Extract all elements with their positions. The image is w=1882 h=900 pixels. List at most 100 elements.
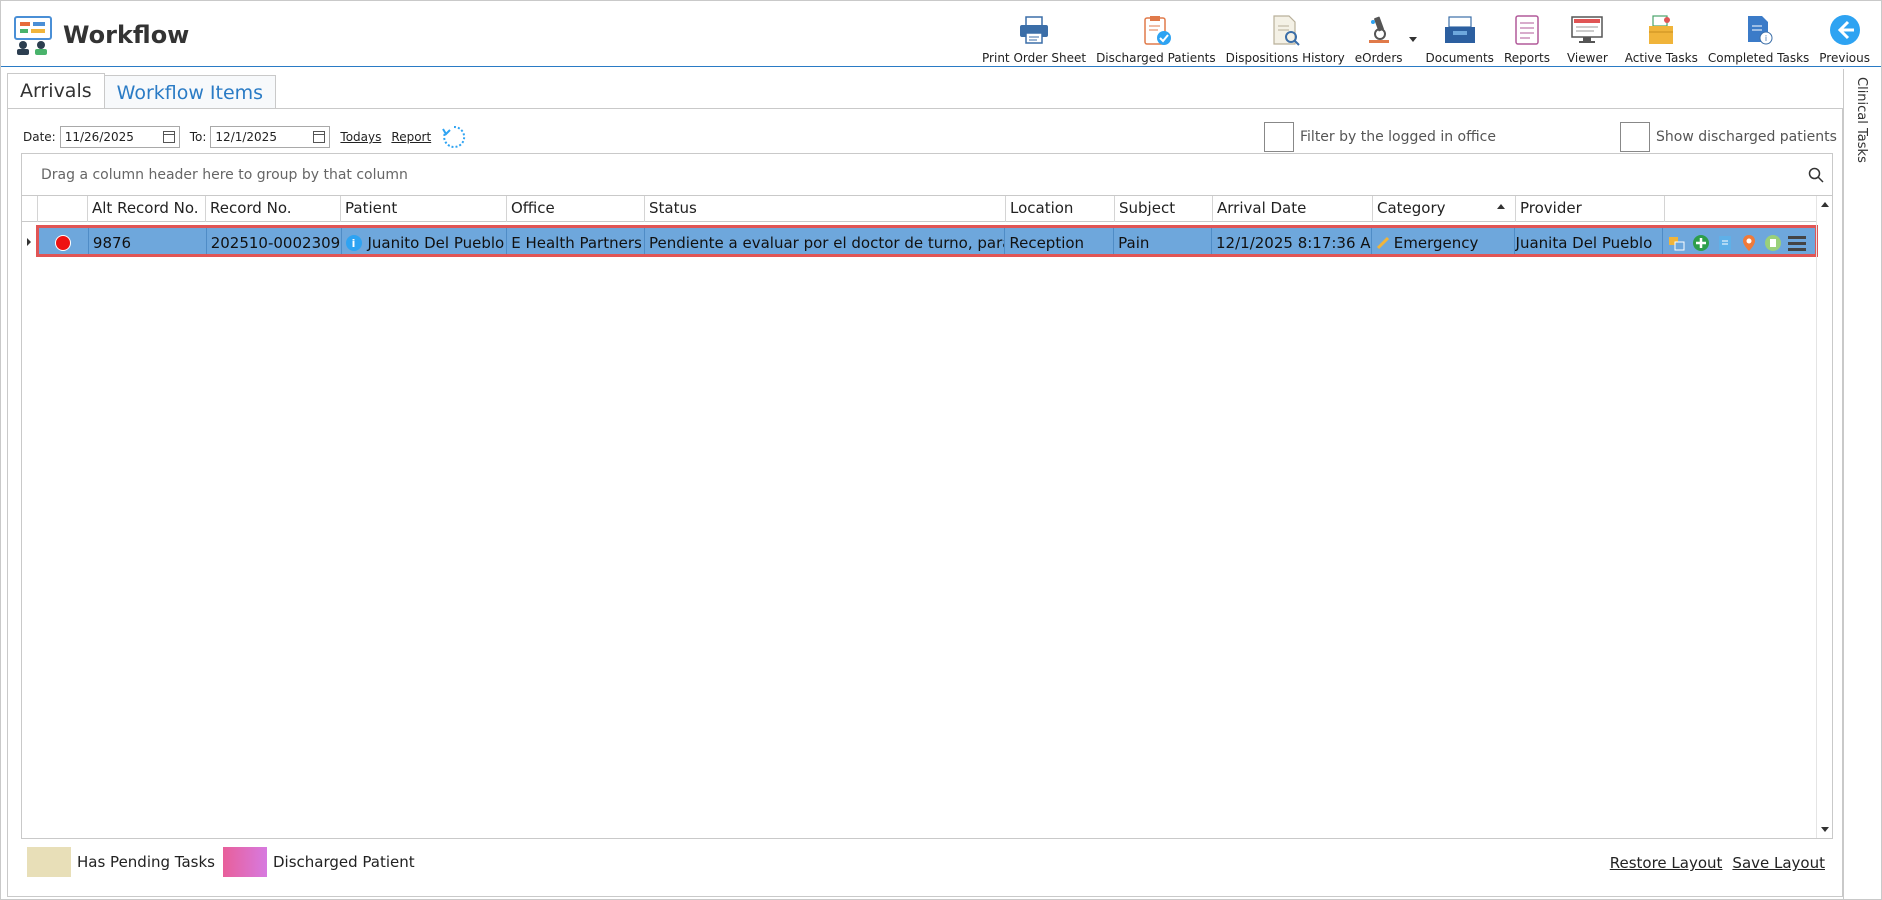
toolbar: Print Order Sheet Discharged Patients Di… [977, 5, 1875, 65]
clipboard-check-icon [1138, 13, 1174, 47]
column-header-location[interactable]: Location [1006, 196, 1115, 222]
print-order-sheet-label: Print Order Sheet [982, 51, 1087, 65]
completed-tasks-button[interactable]: i Completed Tasks [1703, 7, 1814, 65]
red-status-dot-icon [55, 235, 72, 251]
filter-office-label: Filter by the logged in office [1300, 129, 1496, 145]
group-panel[interactable]: Drag a column header here to group by th… [22, 154, 1832, 196]
filter-office-checkbox[interactable] [1264, 122, 1294, 152]
column-header-alt-record[interactable]: Alt Record No. [88, 196, 206, 222]
layout-links: Restore Layout Save Layout [1600, 854, 1825, 872]
viewer-button[interactable]: Viewer [1555, 7, 1620, 65]
workflow-grid: Drag a column header here to group by th… [21, 153, 1833, 839]
date-filter-row: Date: 11/26/2025 To: 12/1/2025 Todays Re… [23, 125, 467, 149]
active-tasks-button[interactable]: Active Tasks [1620, 7, 1703, 65]
row-expand-icon[interactable] [27, 238, 31, 246]
show-discharged-option[interactable]: Show discharged patients [1620, 122, 1837, 152]
cell-patient: i Juanito Del Pueblo [342, 228, 508, 254]
column-header-subject[interactable]: Subject [1115, 196, 1213, 222]
cell-category-value: Emergency [1393, 234, 1479, 252]
cell-record: 202510-0002309 [207, 228, 342, 254]
date-to-value: 12/1/2025 [215, 130, 277, 144]
scroll-up-icon[interactable] [1821, 202, 1829, 207]
monitor-icon [1569, 13, 1605, 47]
svg-text:i: i [1764, 34, 1766, 43]
app-title: Workflow [63, 21, 190, 49]
eorders-label: eOrders [1354, 51, 1403, 65]
sort-ascending-icon [1497, 204, 1505, 209]
column-header-indicator [38, 196, 88, 222]
status-indicator-cell [39, 228, 89, 254]
chevron-down-icon[interactable] [1408, 37, 1417, 42]
date-from-value: 11/26/2025 [64, 130, 134, 144]
calendar-icon[interactable] [313, 131, 326, 143]
calendar-icon[interactable] [162, 131, 175, 143]
pending-tasks-label: Has Pending Tasks [77, 853, 215, 871]
cell-alt-record: 9876 [89, 228, 207, 254]
workflow-logo-icon [14, 16, 52, 55]
cell-patient-name: Juanito Del Pueblo [367, 234, 505, 252]
cell-office: E Health Partners [507, 228, 645, 254]
column-header-category-label: Category [1377, 199, 1446, 217]
date-from-input[interactable]: 11/26/2025 [59, 126, 180, 148]
reports-label: Reports [1503, 51, 1550, 65]
todays-link[interactable]: Todays [340, 130, 381, 144]
reports-button[interactable]: Reports [1499, 7, 1555, 65]
report-icon [1509, 13, 1545, 47]
date-to-input[interactable]: 12/1/2025 [210, 126, 331, 148]
column-header-office[interactable]: Office [507, 196, 645, 222]
info-icon[interactable]: i [345, 235, 362, 251]
clinical-tasks-label: Clinical Tasks [1854, 77, 1869, 163]
table-row[interactable]: 9876 202510-0002309 i Juanito Del Pueblo… [27, 225, 1818, 257]
tab-arrivals[interactable]: Arrivals [7, 73, 105, 109]
microscope-icon [1361, 13, 1397, 47]
inbox-tray-icon [1442, 13, 1478, 47]
cell-provider: Juanita Del Pueblo [1515, 228, 1664, 254]
tab-workflow-items[interactable]: Workflow Items [103, 75, 277, 109]
save-layout-link[interactable]: Save Layout [1732, 854, 1825, 872]
column-header-arrival-date[interactable]: Arrival Date [1213, 196, 1373, 222]
notes-icon[interactable] [1763, 233, 1783, 253]
report-link[interactable]: Report [391, 130, 431, 144]
document-search-icon [1267, 13, 1303, 47]
scroll-down-icon[interactable] [1821, 827, 1829, 832]
date-label: Date: [23, 130, 56, 144]
app-header: Workflow Print Order Sheet Discharged Pa… [1, 1, 1881, 67]
column-header-provider[interactable]: Provider [1516, 196, 1665, 222]
show-discharged-label: Show discharged patients [1656, 129, 1837, 145]
workflow-transfer-icon[interactable] [1667, 233, 1687, 253]
column-header-actions [1665, 196, 1817, 222]
column-header-category[interactable]: Category [1373, 196, 1516, 222]
column-header-patient[interactable]: Patient [341, 196, 507, 222]
vertical-scrollbar[interactable] [1816, 196, 1832, 838]
restore-layout-link[interactable]: Restore Layout [1610, 854, 1723, 872]
refresh-icon[interactable] [441, 124, 467, 150]
discharged-patients-button[interactable]: Discharged Patients [1091, 7, 1221, 65]
active-tasks-label: Active Tasks [1624, 51, 1698, 65]
print-order-sheet-button[interactable]: Print Order Sheet [977, 7, 1091, 65]
documents-button[interactable]: Documents [1421, 7, 1499, 65]
search-icon[interactable] [1808, 167, 1824, 183]
documents-label: Documents [1425, 51, 1494, 65]
eorders-button[interactable]: eOrders [1350, 7, 1421, 65]
row-actions [1663, 228, 1815, 254]
location-pin-icon[interactable] [1739, 233, 1759, 253]
column-header-status[interactable]: Status [645, 196, 1006, 222]
show-discharged-checkbox[interactable] [1620, 122, 1650, 152]
cell-location: Reception [1005, 228, 1115, 254]
add-icon[interactable] [1691, 233, 1711, 253]
tasks-box-icon [1643, 13, 1679, 47]
grid-header: Alt Record No. Record No. Patient Office… [22, 196, 1817, 222]
viewer-label: Viewer [1566, 51, 1608, 65]
cell-subject: Pain [1114, 228, 1213, 254]
clinical-tasks-panel[interactable]: Clinical Tasks [1843, 69, 1881, 899]
app-window: Workflow Print Order Sheet Discharged Pa… [0, 0, 1882, 900]
filter-office-option[interactable]: Filter by the logged in office [1264, 122, 1496, 152]
document-icon[interactable] [1715, 233, 1735, 253]
cell-status: Pendiente a evaluar por el doctor de tur… [645, 228, 1006, 254]
back-arrow-icon [1827, 13, 1863, 47]
column-header-record[interactable]: Record No. [206, 196, 341, 222]
discharged-patients-label: Discharged Patients [1096, 51, 1216, 65]
previous-button[interactable]: Previous [1814, 7, 1875, 65]
menu-icon[interactable] [1787, 233, 1807, 253]
dispositions-history-button[interactable]: Dispositions History [1221, 7, 1350, 65]
